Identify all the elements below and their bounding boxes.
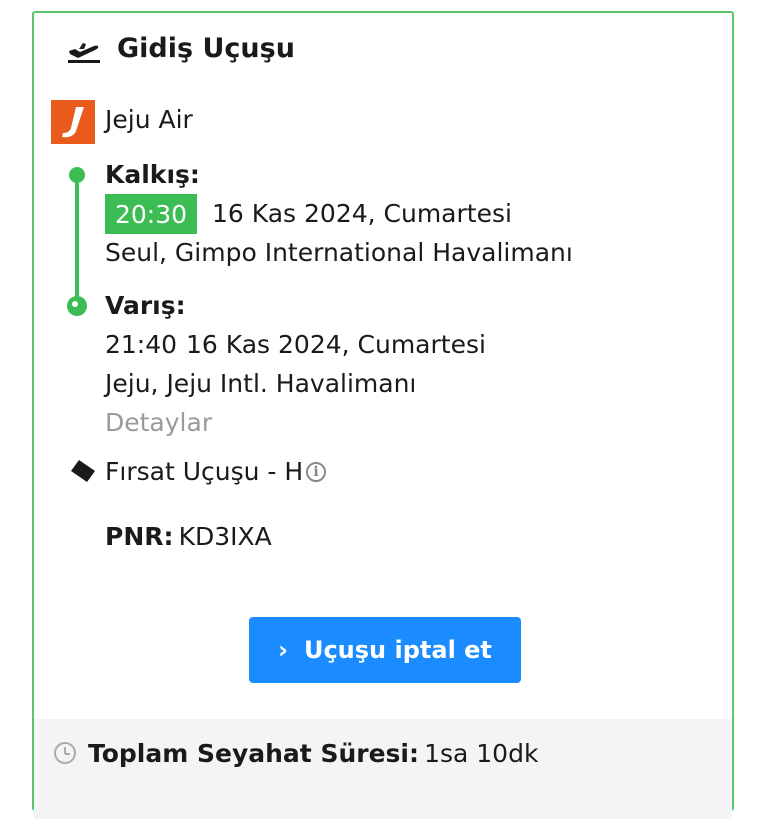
arrival-airport: Jeju, Jeju Intl. Havalimanı <box>105 369 417 398</box>
total-duration-band <box>34 719 732 819</box>
airline-logo <box>51 100 95 144</box>
page-title: Gidiş Uçuşu <box>117 33 295 64</box>
cancel-button-label: Uçuşu iptal et <box>303 636 492 664</box>
departure-label: Kalkış: <box>105 160 200 189</box>
pnr-row: PNR: KD3IXA <box>105 522 272 551</box>
pnr-label: PNR: <box>105 522 174 551</box>
timeline-line <box>75 175 79 305</box>
arrival-time: 21:40 <box>105 330 178 359</box>
flight-card: Gidiş Uçuşu Jeju Air Kalkış: 20:30 16 Ka… <box>32 11 734 819</box>
plane-departure-icon <box>67 37 101 63</box>
card-header <box>67 37 101 63</box>
total-duration-row: Toplam Seyahat Süresi: 1sa 10dk <box>88 739 538 768</box>
clock-icon <box>54 742 76 764</box>
departure-date: 16 Kas 2024, Cumartesi <box>212 199 512 228</box>
info-icon[interactable]: i <box>306 462 326 482</box>
cancel-flight-button[interactable]: › Uçuşu iptal et <box>249 617 521 683</box>
departure-time-badge: 20:30 <box>105 194 197 234</box>
departure-dot <box>69 167 85 183</box>
details-link[interactable]: Detaylar <box>105 408 212 437</box>
arrival-label: Varış: <box>105 291 186 320</box>
pnr-value: KD3IXA <box>178 522 272 551</box>
fare-text: Fırsat Uçuşu - H <box>105 457 304 486</box>
total-duration-value: 1sa 10dk <box>424 739 539 768</box>
chevron-right-icon: › <box>278 636 288 664</box>
ticket-icon <box>70 459 96 487</box>
airline-name: Jeju Air <box>105 105 193 134</box>
arrival-dot <box>67 296 87 316</box>
departure-airport: Seul, Gimpo International Havalimanı <box>105 238 573 267</box>
total-duration-label: Toplam Seyahat Süresi: <box>88 739 419 768</box>
arrival-date: 16 Kas 2024, Cumartesi <box>186 330 486 359</box>
